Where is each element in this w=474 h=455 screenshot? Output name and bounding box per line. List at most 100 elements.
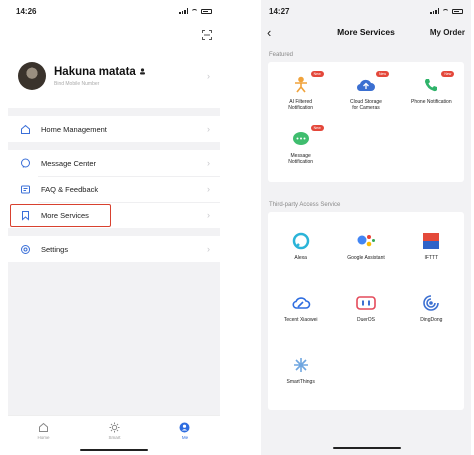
service-message-notification[interactable]: New Message Notification bbox=[268, 122, 333, 176]
home-indicator bbox=[80, 448, 148, 451]
featured-card: New AI Filtered Notification New Cloud S… bbox=[268, 62, 464, 182]
battery-icon bbox=[452, 8, 463, 14]
menu-label: Settings bbox=[41, 244, 69, 254]
chevron-right-icon: › bbox=[207, 158, 210, 168]
google-assistant-icon bbox=[357, 235, 375, 247]
service-google-assistant[interactable]: Google Assistant bbox=[333, 218, 398, 280]
menu-group-settings: Settings › bbox=[8, 236, 220, 262]
message-bubble-icon bbox=[292, 132, 309, 145]
alexa-icon bbox=[292, 232, 309, 250]
dingdong-icon bbox=[423, 295, 440, 311]
menu-home-management[interactable]: Home Management › bbox=[8, 116, 220, 142]
menu-label: Home Management bbox=[41, 124, 107, 134]
section-title-featured: Featured bbox=[269, 52, 294, 58]
new-badge: New bbox=[310, 71, 324, 77]
service-cloud-storage[interactable]: New Cloud Storage for Cameras bbox=[333, 68, 398, 122]
tab-label: Home bbox=[37, 435, 50, 440]
person-icon bbox=[139, 68, 145, 75]
battery-icon bbox=[201, 8, 212, 14]
profile-row[interactable]: Hakuna matata Bind Mobile Number › bbox=[18, 62, 210, 90]
menu-label: Message Center bbox=[41, 158, 97, 168]
status-time: 14:27 bbox=[269, 6, 290, 16]
chevron-right-icon: › bbox=[207, 71, 210, 81]
tab-label: Me bbox=[181, 435, 189, 440]
signal-icon bbox=[179, 8, 188, 14]
service-label: DuerOS bbox=[356, 317, 376, 323]
feedback-icon bbox=[20, 185, 30, 193]
service-label: Tecent Xiaowei bbox=[283, 317, 318, 323]
scan-icon[interactable] bbox=[202, 30, 212, 40]
me-screen: 14:26 Hakuna matata Bind Mobile Number ›… bbox=[8, 0, 220, 455]
service-smartthings[interactable]: SmartThings bbox=[268, 342, 333, 404]
menu-faq-feedback[interactable]: FAQ & Feedback › bbox=[8, 176, 220, 202]
service-label: SmartThings bbox=[286, 379, 315, 385]
highlight-box bbox=[10, 204, 111, 227]
menu-label: FAQ & Feedback bbox=[41, 184, 99, 194]
tab-label: Smart bbox=[108, 435, 121, 440]
avatar[interactable] bbox=[18, 62, 46, 90]
gear-icon bbox=[20, 244, 30, 254]
new-badge: New bbox=[441, 71, 455, 77]
profile-subtitle: Bind Mobile Number bbox=[54, 80, 100, 87]
status-bar: 14:27 bbox=[261, 0, 471, 22]
tab-me[interactable]: Me bbox=[179, 422, 190, 455]
service-label: Alexa bbox=[294, 255, 307, 261]
menu-group-services: Message Center › FAQ & Feedback › More S… bbox=[8, 150, 220, 228]
profile-text: Hakuna matata Bind Mobile Number bbox=[54, 66, 207, 87]
house-icon bbox=[20, 124, 30, 134]
service-label: AI Filtered Notification bbox=[288, 99, 314, 111]
profile-name: Hakuna matata bbox=[54, 65, 136, 78]
service-tecent-xiaowei[interactable]: Tecent Xiaowei bbox=[268, 280, 333, 342]
ifttt-icon bbox=[423, 233, 440, 249]
service-label: Google Assistant bbox=[347, 255, 385, 261]
new-badge: New bbox=[310, 125, 324, 131]
wifi-icon bbox=[442, 8, 449, 14]
signal-icon bbox=[430, 8, 439, 14]
service-ai-filtered-notification[interactable]: New AI Filtered Notification bbox=[268, 68, 333, 122]
screenshot-stage: 14:26 Hakuna matata Bind Mobile Number ›… bbox=[0, 0, 474, 455]
chevron-right-icon: › bbox=[207, 124, 210, 134]
smartthings-icon bbox=[293, 358, 308, 372]
status-icons bbox=[179, 8, 212, 14]
chevron-right-icon: › bbox=[207, 210, 210, 220]
new-badge: New bbox=[375, 71, 389, 77]
chat-icon bbox=[20, 158, 30, 168]
xiaowei-icon bbox=[292, 297, 310, 309]
nav-bar: ‹ More Services My Order bbox=[261, 22, 471, 42]
service-label: Phone Notification bbox=[411, 99, 452, 105]
status-time: 14:26 bbox=[16, 6, 37, 16]
ai-person-icon bbox=[294, 76, 307, 93]
back-icon[interactable]: ‹ bbox=[267, 25, 271, 40]
wifi-icon bbox=[191, 8, 198, 14]
third-party-card: Alexa Google Assistant IFTTT Tecent Xiao… bbox=[268, 212, 464, 410]
home-indicator bbox=[333, 446, 401, 449]
service-ifttt[interactable]: IFTTT bbox=[399, 218, 464, 280]
dueros-icon bbox=[356, 296, 376, 310]
status-bar: 14:26 bbox=[8, 0, 220, 22]
house-icon bbox=[38, 422, 48, 432]
section-title-third-party: Third-party Access Service bbox=[269, 202, 341, 208]
service-alexa[interactable]: Alexa bbox=[268, 218, 333, 280]
more-services-screen: 14:27 ‹ More Services My Order Featured … bbox=[261, 0, 471, 455]
service-dingdong[interactable]: DingDong bbox=[399, 280, 464, 342]
sun-icon bbox=[109, 422, 120, 433]
menu-message-center[interactable]: Message Center › bbox=[8, 150, 220, 176]
menu-group-home: Home Management › bbox=[8, 116, 220, 142]
service-label: Cloud Storage for Cameras bbox=[350, 99, 382, 111]
chevron-right-icon: › bbox=[207, 244, 210, 254]
service-label: Message Notification bbox=[288, 153, 314, 165]
service-dueros[interactable]: DuerOS bbox=[333, 280, 398, 342]
service-label: IFTTT bbox=[424, 255, 439, 261]
status-icons bbox=[430, 8, 463, 14]
service-label: DingDong bbox=[420, 317, 443, 323]
service-phone-notification[interactable]: New Phone Notification bbox=[399, 68, 464, 122]
tab-home[interactable]: Home bbox=[37, 422, 50, 455]
my-order-button[interactable]: My Order bbox=[430, 28, 465, 37]
profile-header: Hakuna matata Bind Mobile Number › bbox=[8, 22, 220, 108]
cloud-upload-icon bbox=[356, 79, 375, 92]
profile-name-row: Hakuna matata bbox=[54, 66, 207, 78]
menu-more-services[interactable]: More Services › bbox=[8, 202, 220, 228]
person-icon bbox=[179, 422, 190, 433]
menu-settings[interactable]: Settings › bbox=[8, 236, 220, 262]
phone-icon bbox=[425, 79, 438, 92]
